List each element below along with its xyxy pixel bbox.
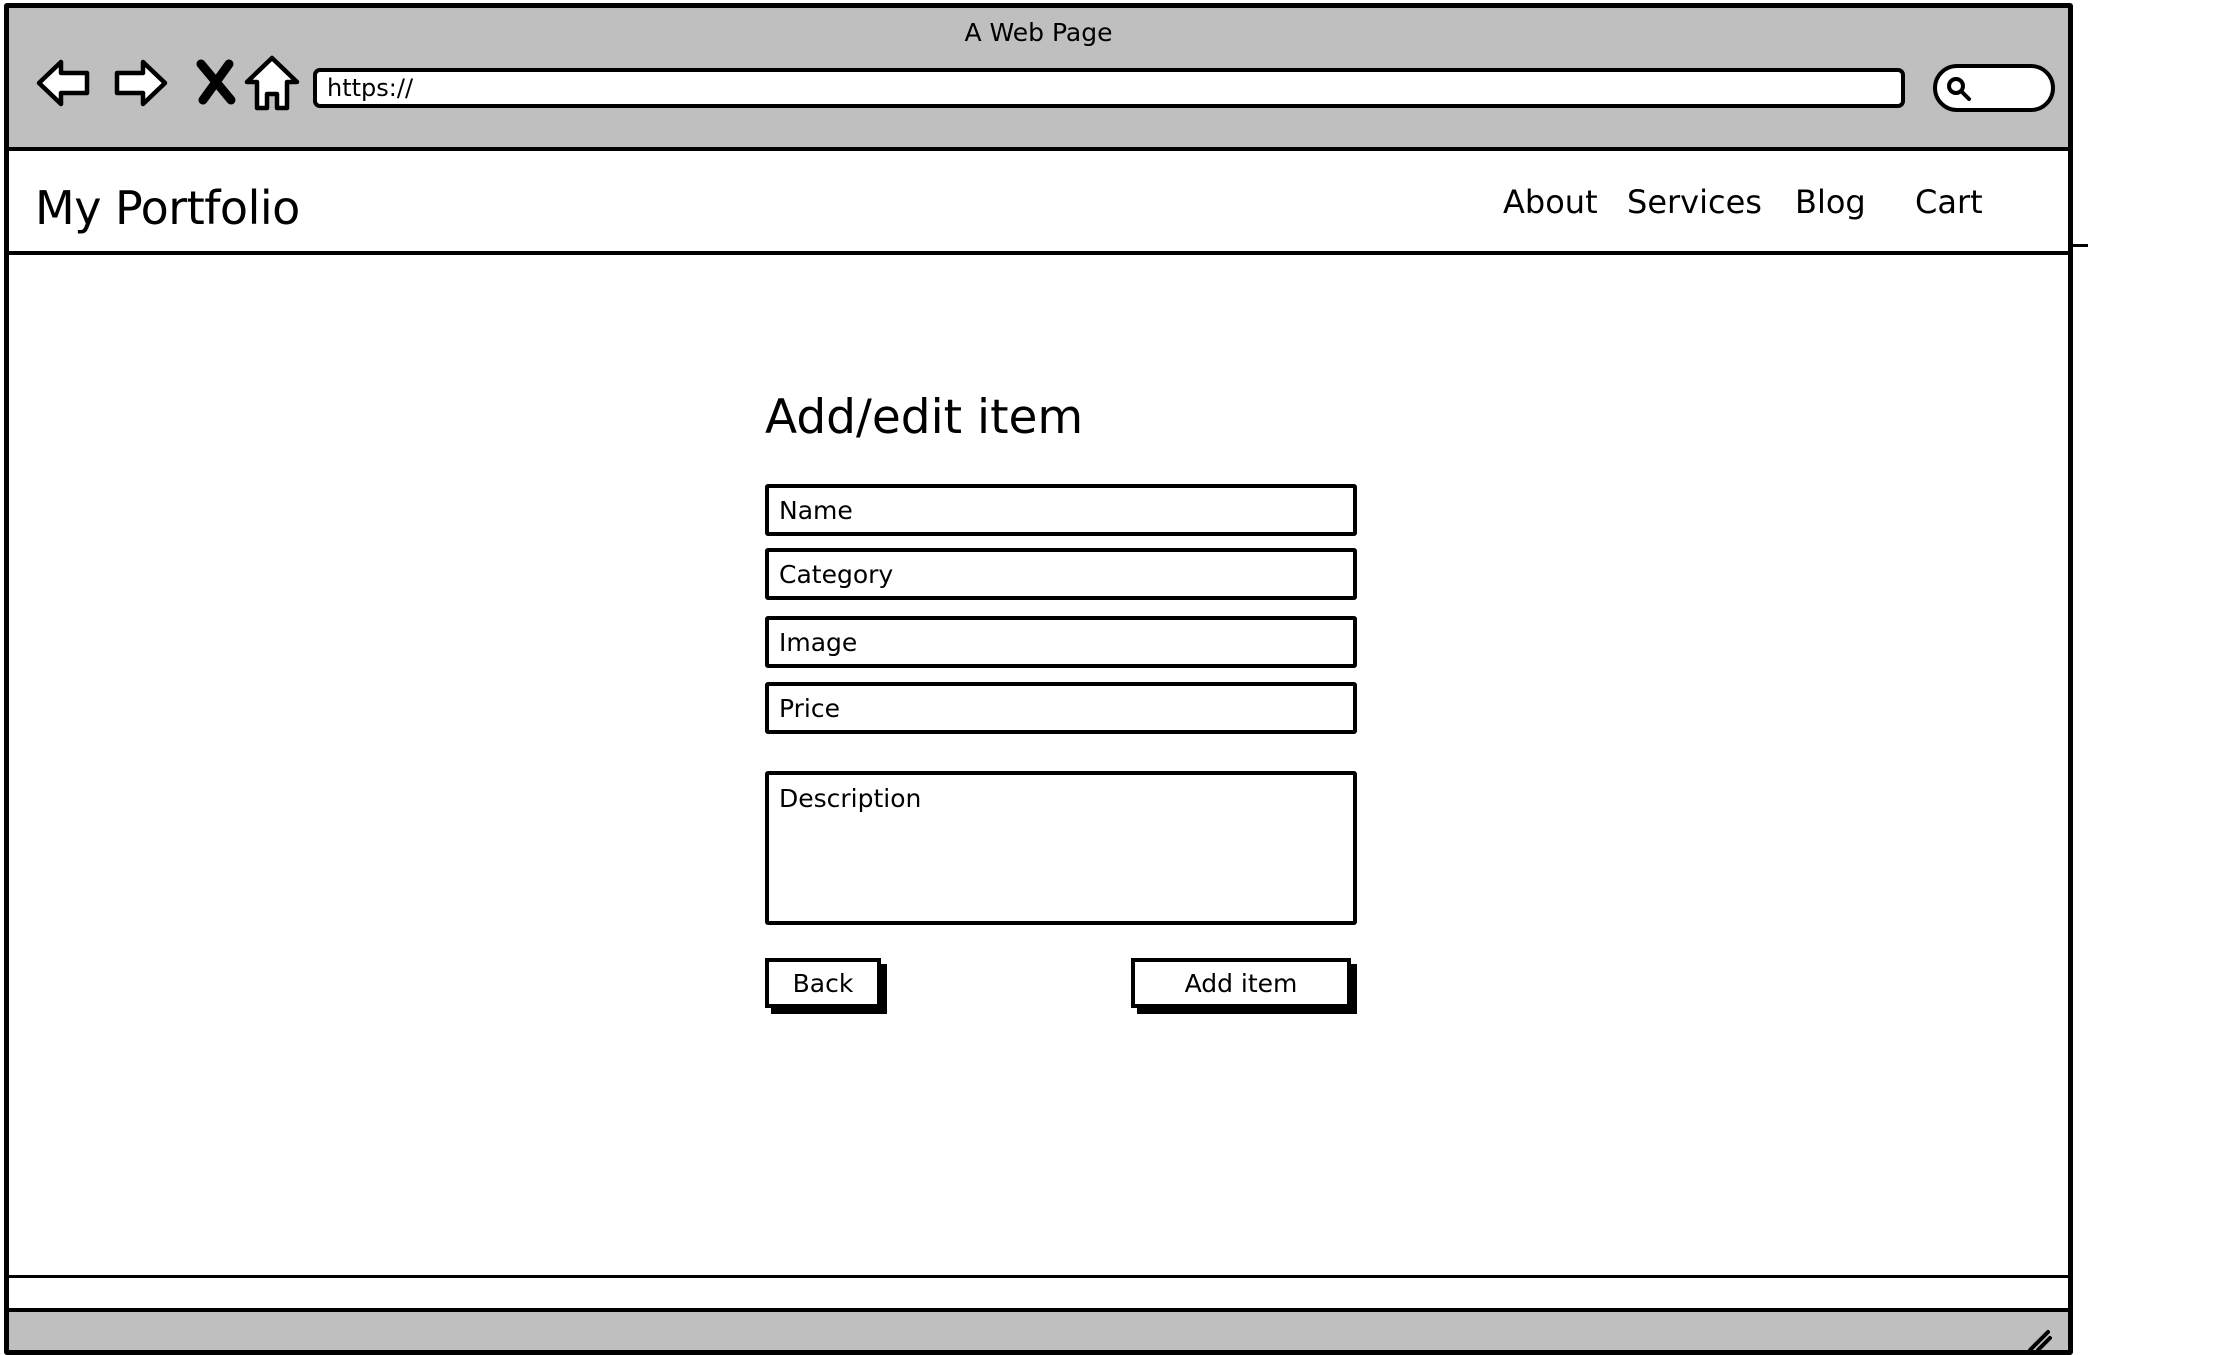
nav-link-cart[interactable]: Cart (1915, 183, 1983, 221)
close-icon (196, 59, 236, 105)
forward-button[interactable] (109, 52, 171, 114)
description-field[interactable] (765, 771, 1357, 925)
footer-divider (9, 1275, 2068, 1278)
nav-link-services[interactable]: Services (1627, 183, 1762, 221)
header-divider-overhang (2070, 244, 2088, 247)
back-button[interactable]: Back (765, 958, 881, 1008)
back-button[interactable] (33, 52, 95, 114)
url-bar[interactable]: https:// (313, 68, 1905, 108)
form-container: Add/edit item Back Add item (765, 388, 1365, 1008)
image-field[interactable] (765, 616, 1357, 668)
url-text: https:// (327, 74, 414, 102)
home-icon (244, 55, 300, 111)
home-button[interactable] (241, 52, 303, 114)
site-brand[interactable]: My Portfolio (35, 181, 300, 235)
arrow-left-icon (36, 59, 90, 107)
browser-window: A Web Page https:// My Portfolio About S… (4, 3, 2073, 1355)
nav-link-blog[interactable]: Blog (1795, 183, 1866, 221)
arrow-right-icon (114, 59, 168, 107)
form-title: Add/edit item (765, 390, 1084, 445)
site-header: My Portfolio About Services Blog Cart (9, 151, 2068, 255)
add-item-button[interactable]: Add item (1131, 958, 1351, 1008)
search-button[interactable] (1933, 64, 2055, 112)
category-field[interactable] (765, 548, 1357, 600)
browser-toolbar: A Web Page https:// (9, 8, 2068, 151)
window-title: A Web Page (964, 18, 1113, 47)
search-icon (1947, 77, 1971, 101)
resize-grip-icon[interactable] (2022, 1322, 2054, 1354)
nav-link-about[interactable]: About (1503, 183, 1598, 221)
price-field[interactable] (765, 682, 1357, 734)
name-field[interactable] (765, 484, 1357, 536)
stop-button[interactable] (185, 52, 247, 114)
